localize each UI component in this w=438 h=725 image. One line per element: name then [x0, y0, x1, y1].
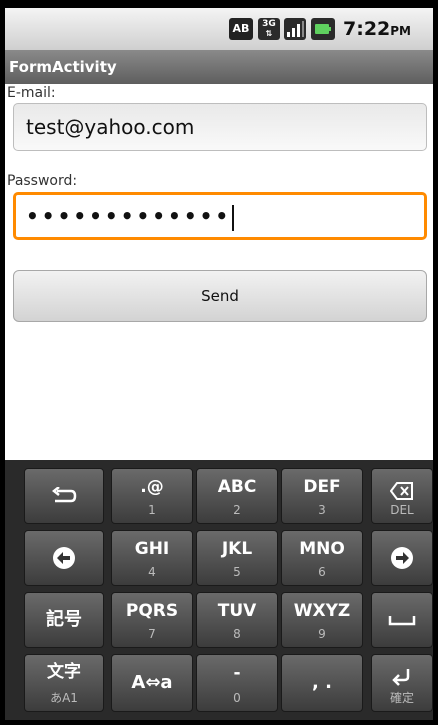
key-tuv-main: TUV — [217, 601, 257, 621]
clock-ampm: PM — [390, 24, 412, 38]
key-pqrs-7[interactable]: PQRS 7 — [111, 592, 193, 648]
password-value: ••••••••••••• — [26, 204, 232, 228]
soft-keyboard: .@ 1 ABC 2 DEF 3 DEL GHI 4 JKL 5 MNO 6 記… — [5, 460, 433, 720]
key-dash-sub: 0 — [233, 691, 241, 705]
network-3g-icon: 3G ⇅ — [258, 18, 280, 40]
key-ghi-4[interactable]: GHI 4 — [111, 530, 193, 586]
key-space[interactable] — [371, 592, 433, 648]
key-comma-period[interactable]: , . — [281, 654, 363, 712]
app-title-bar: FormActivity — [5, 50, 433, 84]
key-def-main: DEF — [303, 477, 341, 497]
key-ghi-sub: 4 — [148, 565, 156, 579]
key-case-label: A⇔a — [131, 672, 173, 693]
email-label: E-mail: — [7, 85, 56, 101]
key-mode-sub: あA1 — [50, 691, 78, 705]
app-title: FormActivity — [9, 58, 117, 76]
key-symbols-label: 記号 — [46, 609, 82, 630]
status-bar: AB 3G ⇅ 7:22PM — [5, 8, 433, 50]
key-undo[interactable] — [24, 468, 104, 524]
key-delete-sub: DEL — [390, 503, 414, 517]
key-jkl-5[interactable]: JKL 5 — [196, 530, 278, 586]
key-tuv-sub: 8 — [233, 627, 241, 641]
key-dash-0[interactable]: - 0 — [196, 654, 278, 712]
key-comma-label: , . — [312, 672, 332, 693]
key-right[interactable] — [371, 530, 433, 586]
key-mno-main: MNO — [299, 539, 345, 559]
key-case-toggle[interactable]: A⇔a — [111, 654, 193, 712]
clock-time: 7:22 — [343, 18, 391, 40]
ab-badge-icon: AB — [229, 18, 253, 40]
enter-icon — [392, 669, 410, 686]
key-pqrs-sub: 7 — [148, 627, 156, 641]
space-icon — [388, 616, 416, 626]
email-value: test@yahoo.com — [26, 115, 195, 139]
key-wxyz-sub: 9 — [318, 627, 326, 641]
right-arrow-icon — [391, 547, 413, 569]
key-enter-sub: 確定 — [389, 691, 414, 705]
phone-screen: AB 3G ⇅ 7:22PM FormActivity E-mail: test… — [5, 8, 433, 720]
password-field[interactable]: ••••••••••••• — [13, 192, 427, 240]
send-button-label: Send — [201, 287, 239, 305]
clock: 7:22PM — [343, 18, 411, 42]
key-tuv-8[interactable]: TUV 8 — [196, 592, 278, 648]
key-def-3[interactable]: DEF 3 — [281, 468, 363, 524]
key-def-sub: 3 — [318, 503, 326, 517]
email-field[interactable]: test@yahoo.com — [13, 103, 427, 151]
key-enter[interactable]: 確定 — [371, 654, 433, 712]
key-ghi-main: GHI — [134, 539, 170, 559]
key-pqrs-main: PQRS — [125, 601, 179, 621]
key-mno-6[interactable]: MNO 6 — [281, 530, 363, 586]
key-punct-sub: 1 — [148, 503, 156, 517]
key-wxyz-9[interactable]: WXYZ 9 — [281, 592, 363, 648]
key-mno-sub: 6 — [318, 565, 326, 579]
key-wxyz-main: WXYZ — [293, 601, 351, 621]
key-input-mode[interactable]: 文字 あA1 — [24, 654, 104, 712]
key-punct-main: .@ — [140, 477, 164, 497]
key-delete[interactable]: DEL — [371, 468, 433, 524]
key-abc-sub: 2 — [233, 503, 241, 517]
text-caret — [232, 204, 235, 231]
form-area: E-mail: test@yahoo.com Password: •••••••… — [5, 84, 433, 460]
send-button[interactable]: Send — [13, 270, 427, 322]
key-dash-main: - — [233, 663, 241, 683]
key-jkl-sub: 5 — [233, 565, 241, 579]
left-arrow-icon — [53, 547, 75, 569]
key-jkl-main: JKL — [221, 539, 253, 559]
key-mode-main: 文字 — [47, 662, 81, 682]
key-left[interactable] — [24, 530, 104, 586]
key-abc-main: ABC — [217, 477, 257, 497]
password-label: Password: — [7, 173, 78, 189]
signal-strength-icon — [284, 18, 306, 40]
key-symbols[interactable]: 記号 — [24, 592, 104, 648]
undo-arrow-icon — [51, 487, 77, 503]
key-punct-1[interactable]: .@ 1 — [111, 468, 193, 524]
network-badge-label: 3G — [262, 19, 276, 29]
delete-icon — [390, 482, 413, 500]
key-abc-2[interactable]: ABC 2 — [196, 468, 278, 524]
battery-icon — [311, 18, 335, 40]
